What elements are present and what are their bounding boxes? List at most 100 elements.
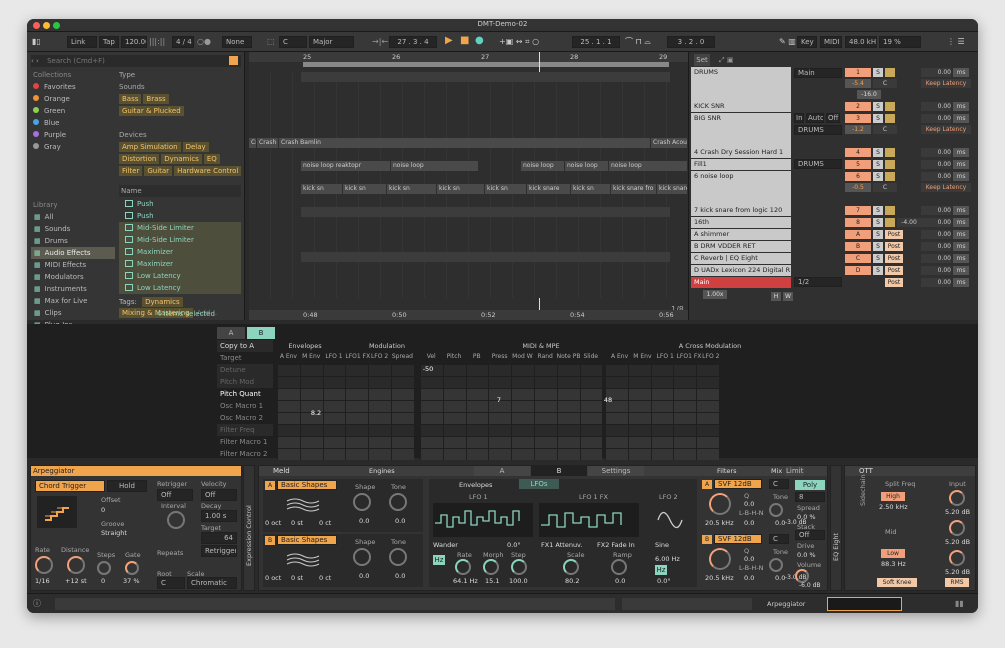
matrix-cell[interactable]: [696, 424, 719, 436]
return-track-header[interactable]: A shimmer: [691, 229, 791, 240]
track-header[interactable]: Fill1: [691, 159, 791, 170]
post-button[interactable]: Post: [885, 278, 903, 287]
browser-result-item[interactable]: Low Latency: [119, 282, 241, 294]
matrix-cell[interactable]: [627, 412, 651, 424]
envelopes-tab[interactable]: Envelopes: [459, 481, 492, 489]
matrix-row-label[interactable]: Pitch Mod: [217, 376, 273, 388]
pan-select[interactable]: C: [769, 534, 789, 544]
matrix-cell[interactable]: [277, 424, 300, 436]
play-icon[interactable]: ▶: [445, 35, 453, 47]
h-button[interactable]: H: [771, 292, 781, 301]
collection-item[interactable]: Purple: [33, 129, 113, 141]
track-header[interactable]: 16th: [691, 217, 791, 228]
matrix-cell[interactable]: [465, 436, 489, 448]
loop-start-field[interactable]: 25 . 1 . 1: [572, 36, 620, 48]
browser-result-item[interactable]: Maximizer: [119, 246, 241, 258]
matrix-cell[interactable]: [556, 376, 580, 388]
matrix-cell[interactable]: [627, 436, 651, 448]
scale-select[interactable]: Chromatic: [187, 577, 237, 589]
matrix-cell[interactable]: [673, 400, 697, 412]
track-delay-value[interactable]: 0.00: [921, 206, 951, 215]
matrix-cell[interactable]: [511, 376, 534, 388]
matrix-cell[interactable]: [368, 388, 391, 400]
matrix-cell[interactable]: [420, 388, 443, 400]
matrix-cell[interactable]: [299, 364, 323, 376]
arm-button[interactable]: [885, 102, 895, 111]
lfo2-phase-value[interactable]: 0.0°: [657, 577, 671, 585]
track-delay-value[interactable]: 0.00: [921, 266, 951, 275]
solo-button[interactable]: S: [873, 114, 883, 123]
matrix-cell[interactable]: [442, 376, 466, 388]
matrix-cell[interactable]: [299, 424, 323, 436]
track-delay-value[interactable]: 0.00: [921, 172, 951, 181]
matrix-cell[interactable]: [465, 376, 489, 388]
input-monitor-in[interactable]: In: [794, 113, 804, 123]
matrix-cell[interactable]: [391, 388, 414, 400]
filter-letter[interactable]: B: [702, 535, 712, 544]
matrix-cell[interactable]: [673, 436, 697, 448]
browser-result-item[interactable]: Mid-Side Limiter: [119, 222, 241, 234]
clip-empty[interactable]: [301, 72, 671, 82]
menu-icon[interactable]: ⋮ ☰: [947, 36, 965, 48]
morph-knob[interactable]: [483, 559, 499, 575]
clip-noise-loop[interactable]: noise loop: [565, 161, 609, 171]
return-track-header[interactable]: C Reverb | EQ Eight: [691, 253, 791, 264]
clip-kick-snare[interactable]: kick sn: [437, 184, 485, 194]
clip-noise-loop[interactable]: noise loop reaktopr: [301, 161, 391, 171]
matrix-cell[interactable]: [488, 412, 512, 424]
matrix-cell[interactable]: [368, 376, 391, 388]
matrix-cell[interactable]: [391, 412, 414, 424]
matrix-cell[interactable]: [345, 400, 369, 412]
key-select[interactable]: C: [279, 36, 307, 48]
collection-item[interactable]: Green: [33, 105, 113, 117]
track-number[interactable]: 5: [845, 160, 871, 169]
solo-button[interactable]: S: [873, 68, 883, 77]
matrix-cell[interactable]: [605, 376, 628, 388]
arm-button[interactable]: [885, 114, 895, 123]
matrix-cell[interactable]: [442, 424, 466, 436]
track-header[interactable]: 6 noise loop: [691, 171, 791, 205]
lfo2-hz-toggle[interactable]: Hz: [655, 565, 667, 575]
lfo-scale-knob[interactable]: [563, 559, 579, 575]
clip-kick-snare[interactable]: kick sn: [571, 184, 611, 194]
loop-length-field[interactable]: 3 . 2 . 0: [667, 36, 715, 48]
input-monitor-off[interactable]: Off: [826, 113, 840, 123]
matrix-cell[interactable]: [420, 448, 443, 460]
solo-button[interactable]: S: [873, 206, 883, 215]
post-button[interactable]: Post: [885, 242, 903, 251]
search-input[interactable]: Search (Cmd+F): [47, 57, 105, 65]
device-tag[interactable]: Delay: [182, 142, 209, 152]
matrix-cell[interactable]: [345, 376, 369, 388]
track-header[interactable]: DRUMS: [691, 67, 791, 101]
matrix-cell[interactable]: [556, 448, 580, 460]
track-delay-value[interactable]: 0.00: [921, 160, 951, 169]
beat-ruler[interactable]: [249, 52, 688, 62]
post-button[interactable]: Post: [885, 266, 903, 275]
matrix-cell[interactable]: [534, 436, 557, 448]
matrix-cell[interactable]: [534, 376, 557, 388]
pan-value[interactable]: -5.4: [845, 79, 871, 88]
device-tag[interactable]: Dynamics: [161, 154, 202, 164]
track-delay-unit[interactable]: ms: [953, 160, 969, 169]
matrix-value[interactable]: -50: [417, 365, 439, 373]
device-tag[interactable]: Hardware Control: [174, 166, 241, 176]
matrix-cell[interactable]: [442, 400, 466, 412]
solo-button[interactable]: S: [873, 230, 883, 239]
matrix-cell[interactable]: [368, 448, 391, 460]
engine-letter[interactable]: B: [265, 536, 275, 545]
routing-select[interactable]: Main: [794, 68, 842, 78]
post-button[interactable]: Post: [885, 254, 903, 263]
matrix-cell[interactable]: [696, 400, 719, 412]
high-freq-value[interactable]: 2.50 kHz: [879, 503, 908, 511]
matrix-cell[interactable]: [299, 388, 323, 400]
matrix-row-label[interactable]: Osc Macro 1: [217, 400, 273, 412]
main-track-header[interactable]: Main: [691, 277, 791, 288]
stack-select[interactable]: Off: [795, 530, 825, 540]
matrix-cell[interactable]: [322, 376, 346, 388]
matrix-cell[interactable]: [322, 388, 346, 400]
matrix-cell[interactable]: [345, 412, 369, 424]
track-number[interactable]: 7: [845, 206, 871, 215]
matrix-cell[interactable]: [368, 412, 391, 424]
steps-knob[interactable]: [97, 561, 111, 575]
matrix-value[interactable]: 48: [597, 396, 619, 404]
